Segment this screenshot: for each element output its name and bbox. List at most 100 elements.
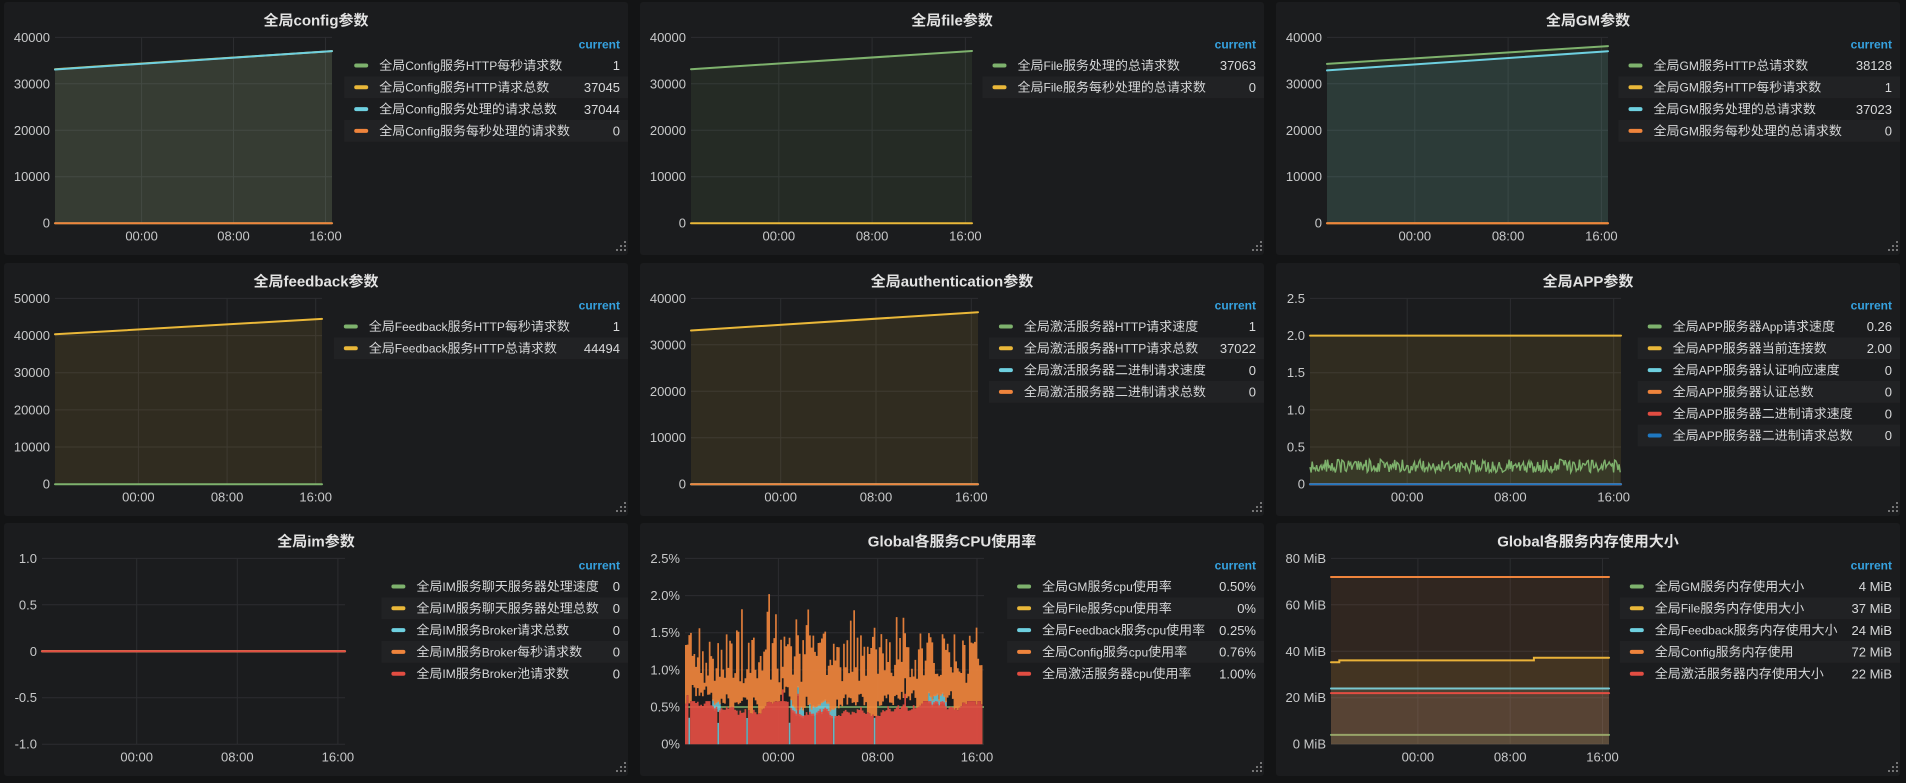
svg-text:2.5: 2.5 [1287, 291, 1305, 306]
svg-text:00:00: 00:00 [762, 750, 795, 765]
svg-text:1.5%: 1.5% [650, 625, 680, 640]
svg-text:cpu: cpu [1147, 624, 1166, 638]
svg-text:HTTP: HTTP [466, 81, 497, 95]
svg-text:HTTP: HTTP [1725, 81, 1756, 95]
svg-text:16:00: 16:00 [299, 490, 332, 505]
svg-text:1.0: 1.0 [19, 551, 37, 566]
svg-text:0: 0 [1249, 385, 1256, 400]
svg-text:4 MiB: 4 MiB [1859, 579, 1892, 594]
svg-text:APP: APP [1699, 385, 1723, 399]
svg-text:0: 0 [613, 124, 620, 139]
svg-text:0: 0 [1298, 477, 1305, 492]
svg-text:40000: 40000 [14, 328, 50, 343]
svg-text:Config: Config [405, 124, 440, 138]
svg-text:HTTP: HTTP [1115, 320, 1146, 334]
svg-text:30000: 30000 [1286, 76, 1322, 91]
svg-text:Feedback: Feedback [395, 342, 449, 356]
svg-text:GM: GM [1680, 103, 1699, 117]
svg-text:24 MiB: 24 MiB [1852, 623, 1892, 638]
svg-text:0: 0 [1315, 216, 1322, 231]
svg-text:im: im [307, 534, 325, 551]
svg-text:-1.0: -1.0 [15, 737, 37, 752]
svg-text:0.26: 0.26 [1867, 319, 1892, 334]
svg-text:GM: GM [1680, 124, 1699, 138]
svg-text:GM: GM [1681, 580, 1700, 594]
svg-text:2.5%: 2.5% [650, 551, 680, 566]
svg-text:0 MiB: 0 MiB [1293, 737, 1326, 752]
svg-text:37063: 37063 [1220, 58, 1256, 73]
svg-text:current: current [1215, 38, 1256, 52]
svg-text:0.5: 0.5 [1287, 440, 1305, 455]
svg-text:0: 0 [613, 666, 620, 681]
svg-text:1.0: 1.0 [1287, 402, 1305, 417]
svg-text:0: 0 [30, 644, 37, 659]
svg-text:20000: 20000 [14, 123, 50, 138]
svg-text:File: File [1044, 59, 1064, 73]
svg-text:current: current [579, 559, 620, 573]
svg-text:0: 0 [613, 645, 620, 660]
svg-text:00:00: 00:00 [122, 490, 155, 505]
svg-text:20 MiB: 20 MiB [1286, 690, 1326, 705]
svg-text:cpu: cpu [1129, 645, 1148, 659]
svg-text:22 MiB: 22 MiB [1852, 666, 1892, 681]
svg-text:08:00: 08:00 [221, 750, 254, 765]
svg-text:16:00: 16:00 [1586, 750, 1619, 765]
svg-text:HTTP: HTTP [474, 320, 505, 334]
svg-text:40000: 40000 [1286, 30, 1322, 45]
svg-text:IM: IM [442, 624, 455, 638]
svg-text:0: 0 [613, 601, 620, 616]
svg-text:10000: 10000 [650, 430, 686, 445]
svg-text:37 MiB: 37 MiB [1852, 601, 1892, 616]
svg-text:1: 1 [1885, 80, 1892, 95]
svg-text:30000: 30000 [14, 76, 50, 91]
svg-text:44494: 44494 [584, 341, 620, 356]
svg-text:0: 0 [1249, 80, 1256, 95]
svg-text:HTTP: HTTP [1115, 342, 1146, 356]
svg-text:37023: 37023 [1856, 102, 1892, 117]
svg-text:0: 0 [613, 579, 620, 594]
svg-text:08:00: 08:00 [1494, 750, 1527, 765]
svg-text:GM: GM [1576, 13, 1600, 30]
svg-text:16:00: 16:00 [949, 229, 982, 244]
svg-text:40000: 40000 [14, 30, 50, 45]
svg-text:08:00: 08:00 [861, 750, 894, 765]
svg-text:HTTP: HTTP [1725, 59, 1756, 73]
svg-text:00:00: 00:00 [1391, 490, 1424, 505]
svg-text:16:00: 16:00 [955, 490, 988, 505]
svg-text:1.5: 1.5 [1287, 365, 1305, 380]
svg-text:08:00: 08:00 [217, 229, 250, 244]
svg-text:08:00: 08:00 [856, 229, 889, 244]
svg-text:20000: 20000 [1286, 123, 1322, 138]
svg-text:0: 0 [679, 216, 686, 231]
svg-text:00:00: 00:00 [764, 490, 797, 505]
svg-text:Global: Global [868, 534, 915, 551]
svg-text:08:00: 08:00 [860, 490, 893, 505]
svg-text:0.5%: 0.5% [650, 700, 680, 715]
svg-text:38128: 38128 [1856, 58, 1892, 73]
svg-text:APP: APP [1699, 364, 1723, 378]
svg-text:30000: 30000 [14, 365, 50, 380]
svg-text:Config: Config [405, 59, 440, 73]
svg-text:GM: GM [1680, 59, 1699, 73]
svg-text:current: current [1215, 299, 1256, 313]
svg-text:20000: 20000 [14, 402, 50, 417]
svg-text:File: File [1068, 602, 1088, 616]
svg-text:1: 1 [613, 58, 620, 73]
svg-text:Config: Config [1681, 645, 1716, 659]
svg-text:0: 0 [679, 477, 686, 492]
svg-text:cpu: cpu [1133, 667, 1152, 681]
svg-text:10000: 10000 [1286, 169, 1322, 184]
svg-text:2.00: 2.00 [1867, 341, 1892, 356]
svg-text:08:00: 08:00 [211, 490, 244, 505]
svg-text:authentication: authentication [901, 274, 1004, 291]
svg-text:30000: 30000 [650, 337, 686, 352]
svg-text:20000: 20000 [650, 123, 686, 138]
svg-text:37045: 37045 [584, 80, 620, 95]
svg-text:cpu: cpu [1113, 580, 1132, 594]
svg-text:0: 0 [1885, 124, 1892, 139]
svg-text:16:00: 16:00 [322, 750, 355, 765]
svg-text:IM: IM [442, 580, 455, 594]
svg-text:current: current [1851, 299, 1892, 313]
svg-text:30000: 30000 [650, 76, 686, 91]
svg-text:00:00: 00:00 [1399, 229, 1432, 244]
